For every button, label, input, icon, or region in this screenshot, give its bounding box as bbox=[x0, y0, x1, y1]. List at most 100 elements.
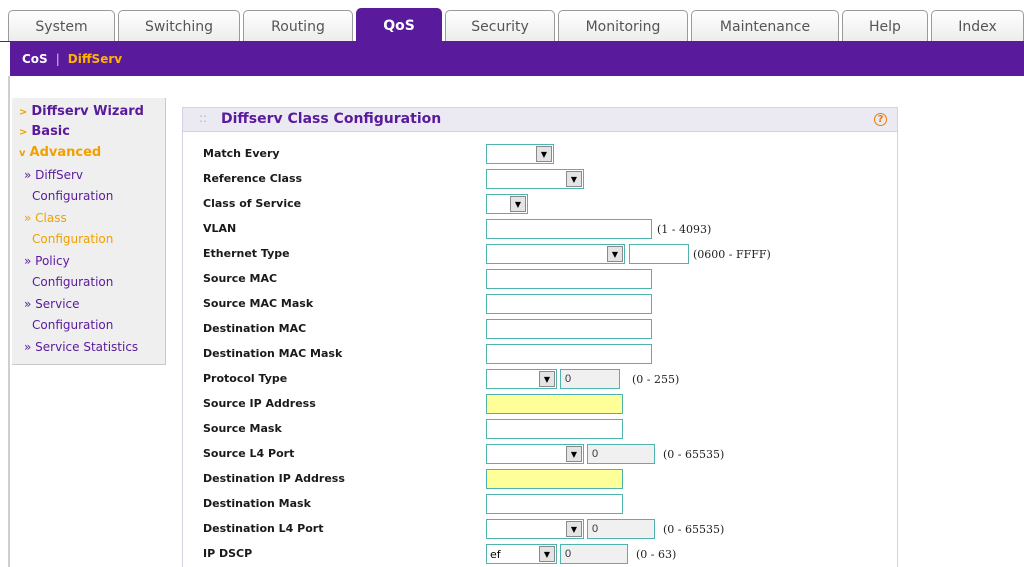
source-l4-port-select[interactable]: ▼ bbox=[486, 444, 584, 464]
sidebar-item-label: Configuration bbox=[32, 189, 114, 203]
match-every-select[interactable]: ▼ bbox=[486, 144, 554, 164]
field-label: IP DSCP bbox=[203, 547, 253, 560]
form-row-source-mac-mask: Source MAC Mask bbox=[183, 292, 897, 317]
sidebar-item-advanced[interactable]: v Advanced bbox=[19, 145, 101, 160]
tab-label: Security bbox=[471, 18, 529, 35]
panel-header: :: Diffserv Class Configuration ? bbox=[183, 108, 897, 132]
field-label: Reference Class bbox=[203, 172, 303, 185]
sidebar-item-label: » Policy bbox=[24, 254, 70, 268]
class-of-service-select[interactable]: ▼ bbox=[486, 194, 528, 214]
tab-monitoring[interactable]: Monitoring bbox=[558, 10, 688, 42]
sidebar-item-label: » Service Statistics bbox=[24, 340, 139, 354]
reference-class-select[interactable]: ▼ bbox=[486, 169, 584, 189]
form-row-protocol-type: Protocol Type ▼ (0 - 255) bbox=[183, 367, 897, 392]
tab-help[interactable]: Help bbox=[842, 10, 928, 42]
form-row-ethernet-type: Ethernet Type ▼ (0600 - FFFF) bbox=[183, 242, 897, 267]
tab-label: System bbox=[35, 18, 88, 35]
source-l4-port-range-hint: (0 - 65535) bbox=[663, 448, 725, 461]
tab-label: Monitoring bbox=[585, 18, 661, 35]
destination-l4-port-select[interactable]: ▼ bbox=[486, 519, 584, 539]
dropdown-arrow-icon: ▼ bbox=[510, 196, 526, 212]
source-l4-port-number-input[interactable] bbox=[587, 444, 655, 464]
form-row-source-l4-port: Source L4 Port ▼ (0 - 65535) bbox=[183, 442, 897, 467]
ethernet-type-select[interactable]: ▼ bbox=[486, 244, 625, 264]
tab-qos[interactable]: QoS bbox=[356, 8, 442, 42]
subnav-diffserv-link[interactable]: DiffServ bbox=[68, 52, 122, 66]
form-row-vlan: VLAN (1 - 4093) bbox=[183, 217, 897, 242]
grip-dots-icon: :: bbox=[199, 111, 208, 125]
help-icon[interactable]: ? bbox=[874, 113, 887, 126]
source-mac-input[interactable] bbox=[486, 269, 652, 289]
tab-switching[interactable]: Switching bbox=[118, 10, 240, 42]
sidebar: > Diffserv Wizard > Basic v Advanced » Diff… bbox=[12, 98, 166, 365]
field-label: Source MAC bbox=[203, 272, 278, 285]
source-ip-address-input[interactable] bbox=[486, 394, 623, 414]
chevron-right-icon: > bbox=[19, 107, 28, 118]
tab-maintenance[interactable]: Maintenance bbox=[691, 10, 839, 42]
field-label: Destination Mask bbox=[203, 497, 311, 510]
destination-mac-mask-input[interactable] bbox=[486, 344, 652, 364]
sidebar-item-policy-configuration[interactable]: » Policy Configuration bbox=[24, 251, 166, 293]
destination-ip-address-input[interactable] bbox=[486, 469, 623, 489]
chevron-right-icon: > bbox=[19, 127, 28, 138]
source-mac-mask-input[interactable] bbox=[486, 294, 652, 314]
form-row-source-mac: Source MAC bbox=[183, 267, 897, 292]
sidebar-item-class-configuration[interactable]: » Class Configuration bbox=[24, 208, 166, 250]
dropdown-arrow-icon: ▼ bbox=[566, 446, 582, 462]
form-row-destination-mac: Destination MAC bbox=[183, 317, 897, 342]
vlan-range-hint: (1 - 4093) bbox=[657, 223, 712, 236]
sidebar-item-service-statistics[interactable]: » Service Statistics bbox=[24, 337, 166, 358]
ethernet-type-input[interactable] bbox=[629, 244, 689, 264]
subnav-separator: | bbox=[55, 52, 60, 66]
tab-routing[interactable]: Routing bbox=[243, 10, 353, 42]
ip-dscp-select[interactable]: ef ▼ bbox=[486, 544, 557, 564]
field-label: Destination IP Address bbox=[203, 472, 345, 485]
chevron-down-icon: v bbox=[19, 148, 26, 159]
destination-mac-input[interactable] bbox=[486, 319, 652, 339]
protocol-type-number-input[interactable] bbox=[560, 369, 620, 389]
protocol-type-select[interactable]: ▼ bbox=[486, 369, 557, 389]
sidebar-item-diffserv-wizard[interactable]: > Diffserv Wizard bbox=[19, 104, 144, 119]
sidebar-item-label: Configuration bbox=[32, 275, 114, 289]
dropdown-arrow-icon: ▼ bbox=[566, 521, 582, 537]
tab-label: Help bbox=[869, 18, 901, 35]
subnav-cos-link[interactable]: CoS bbox=[22, 52, 48, 66]
field-label: VLAN bbox=[203, 222, 237, 235]
field-label: Source IP Address bbox=[203, 397, 316, 410]
source-mask-input[interactable] bbox=[486, 419, 623, 439]
tab-label: Switching bbox=[145, 18, 213, 35]
main-tab-bar: System Switching Routing QoS Security Mo… bbox=[0, 0, 1024, 42]
tab-security[interactable]: Security bbox=[445, 10, 555, 42]
field-label: Destination L4 Port bbox=[203, 522, 324, 535]
destination-l4-port-range-hint: (0 - 65535) bbox=[663, 523, 725, 536]
form-row-source-ip-address: Source IP Address bbox=[183, 392, 897, 417]
tab-system[interactable]: System bbox=[8, 10, 115, 42]
field-label: Class of Service bbox=[203, 197, 302, 210]
tab-label: Routing bbox=[271, 18, 325, 35]
tab-index[interactable]: Index bbox=[931, 10, 1024, 42]
field-label: Match Every bbox=[203, 147, 280, 160]
ip-dscp-number-input[interactable] bbox=[560, 544, 628, 564]
sidebar-item-service-configuration[interactable]: » Service Configuration bbox=[24, 294, 166, 336]
sidebar-item-label: » DiffServ bbox=[24, 168, 84, 182]
field-label: Source MAC Mask bbox=[203, 297, 314, 310]
dropdown-arrow-icon: ▼ bbox=[539, 546, 555, 562]
dropdown-arrow-icon: ▼ bbox=[536, 146, 552, 162]
destination-mask-input[interactable] bbox=[486, 494, 623, 514]
sidebar-item-label: » Service bbox=[24, 297, 80, 311]
field-label: Protocol Type bbox=[203, 372, 288, 385]
protocol-type-range-hint: (0 - 255) bbox=[632, 373, 680, 386]
form-row-destination-ip-address: Destination IP Address bbox=[183, 467, 897, 492]
sidebar-item-label: Basic bbox=[31, 124, 70, 139]
sidebar-item-basic[interactable]: > Basic bbox=[19, 124, 70, 139]
panel-title: Diffserv Class Configuration bbox=[221, 111, 442, 127]
sidebar-item-label: Configuration bbox=[32, 318, 114, 332]
field-label: Destination MAC bbox=[203, 322, 307, 335]
destination-l4-port-number-input[interactable] bbox=[587, 519, 655, 539]
vlan-input[interactable] bbox=[486, 219, 652, 239]
sidebar-item-diffserv-configuration[interactable]: » DiffServ Configuration bbox=[24, 165, 166, 207]
field-label: Ethernet Type bbox=[203, 247, 290, 260]
select-value: ef bbox=[490, 548, 501, 561]
tab-label: QoS bbox=[383, 17, 415, 34]
sidebar-item-label: Diffserv Wizard bbox=[31, 104, 144, 119]
